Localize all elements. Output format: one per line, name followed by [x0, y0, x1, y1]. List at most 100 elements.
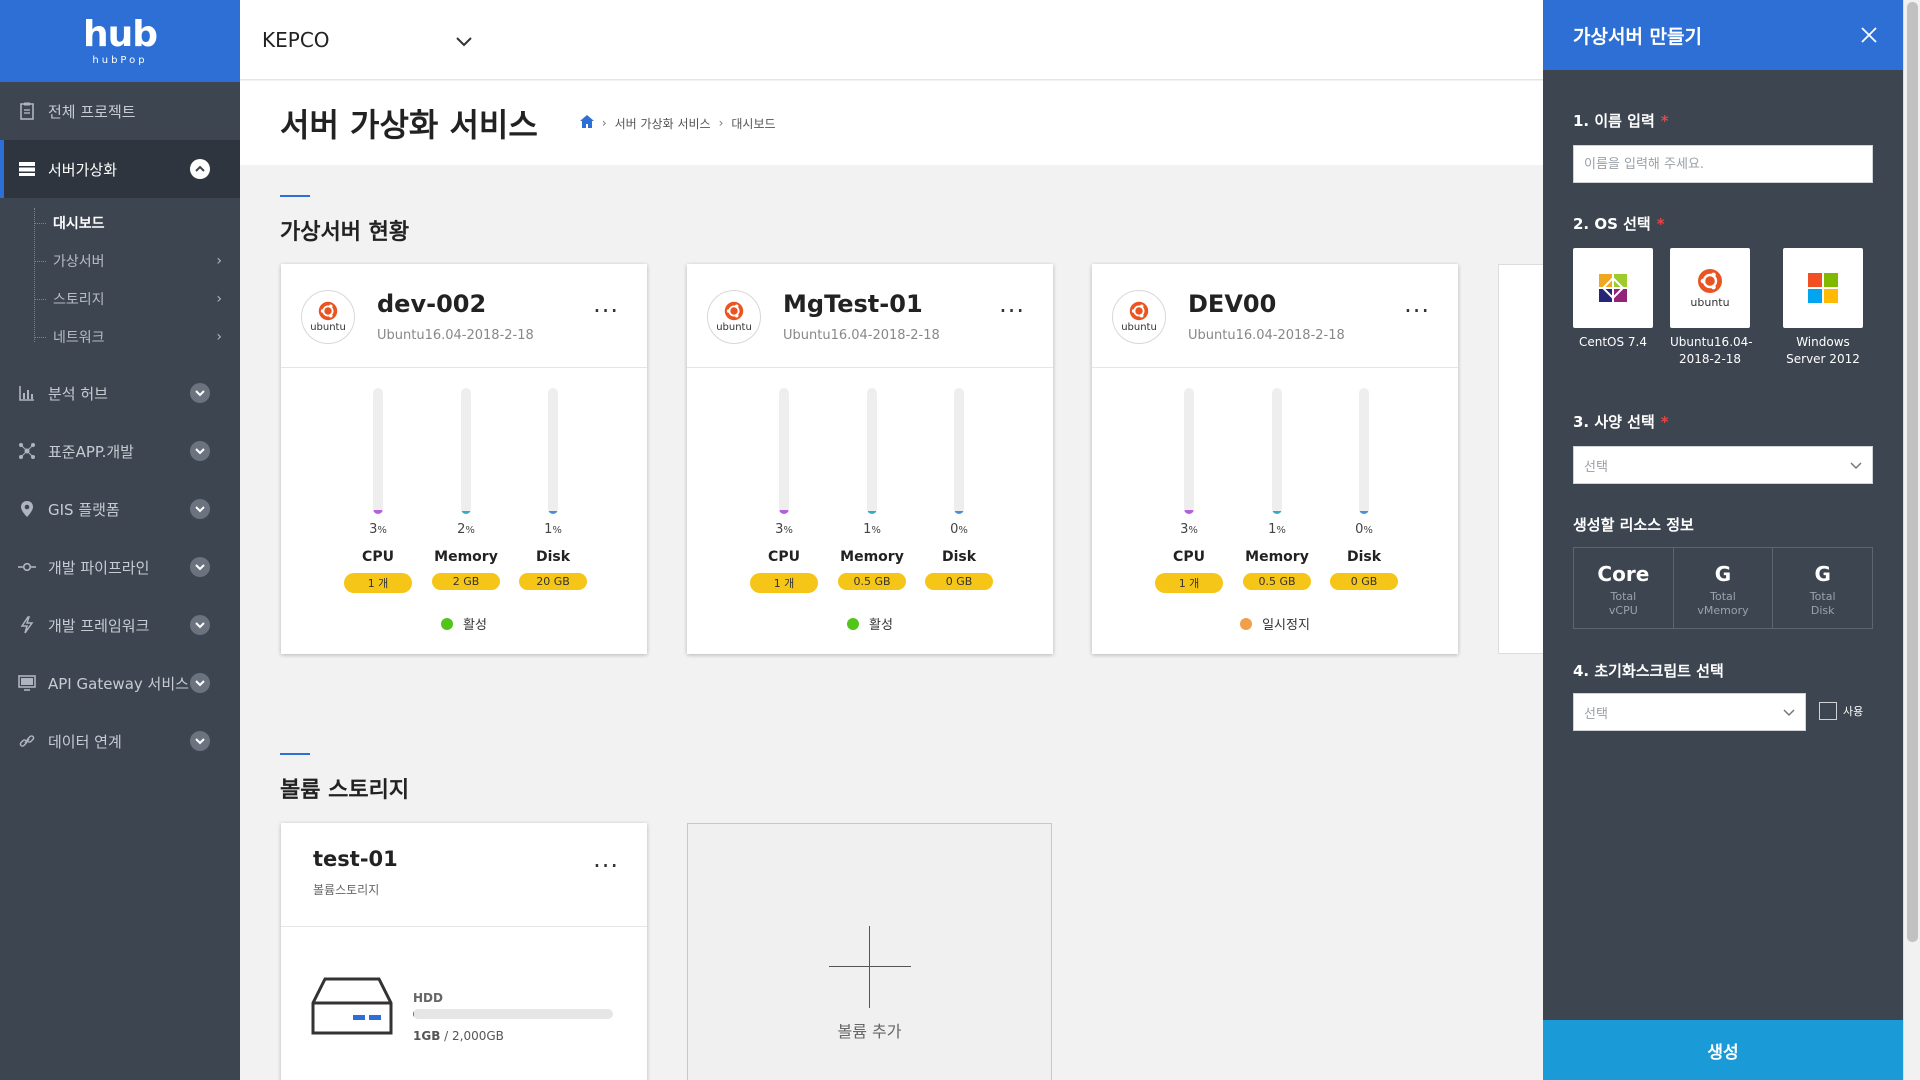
- cpu-meter: 3% CPU 1 개: [338, 388, 418, 593]
- sidebar-subitem-virtual-server[interactable]: 가상서버 ›: [0, 242, 240, 280]
- vm-card-header: ubuntu DEV00 Ubuntu16.04-2018-2-18 ···: [1092, 264, 1458, 368]
- sidebar-subitem-network[interactable]: 네트워크 ›: [0, 318, 240, 356]
- disk-meter: 0% Disk 0 GB: [919, 388, 999, 590]
- init-script-select[interactable]: 선택: [1573, 693, 1806, 731]
- sidebar-subitem-storage[interactable]: 스토리지 ›: [0, 280, 240, 318]
- page-title: 서버 가상화 서비스: [280, 106, 538, 144]
- chevron-down-icon: [1783, 706, 1795, 721]
- memory-usage-percent: 1%: [1237, 522, 1317, 537]
- vm-card-partial: [1498, 264, 1543, 654]
- section-accent: [280, 753, 310, 755]
- scrollbar-thumb[interactable]: [1907, 2, 1918, 942]
- memory-spec-badge: 2 GB: [432, 573, 500, 590]
- memory-spec-badge: 0.5 GB: [1243, 573, 1311, 590]
- more-options-button[interactable]: ···: [593, 854, 619, 878]
- resource-vmemory: G Total vMemory: [1674, 548, 1774, 628]
- disk-meter: 0% Disk 0 GB: [1324, 388, 1404, 590]
- vm-status-label: 활성: [463, 618, 487, 633]
- disk-usage-text: 1GB / 2,000GB: [413, 1029, 504, 1043]
- disk-usage-percent: 1%: [513, 522, 593, 537]
- chevron-down-icon[interactable]: [190, 441, 210, 461]
- close-icon[interactable]: [1857, 23, 1881, 47]
- vm-os: Ubuntu16.04-2018-2-18: [783, 328, 940, 343]
- home-icon[interactable]: [579, 115, 594, 131]
- create-button[interactable]: 생성: [1543, 1020, 1903, 1080]
- sidebar-item-server-virtualization[interactable]: 서버가상화: [0, 140, 240, 198]
- more-options-button[interactable]: ···: [999, 299, 1025, 323]
- breadcrumb-item[interactable]: 서버 가상화 서비스: [615, 115, 711, 132]
- chevron-down-icon[interactable]: [190, 499, 210, 519]
- more-options-button[interactable]: ···: [1404, 299, 1430, 323]
- plus-icon: [829, 926, 911, 1008]
- sidebar-item-data-integration[interactable]: 데이터 연계: [0, 712, 240, 770]
- spec-select[interactable]: 선택: [1573, 446, 1873, 484]
- more-options-button[interactable]: ···: [593, 299, 619, 323]
- sidebar-item-dev-pipeline[interactable]: 개발 파이프라인: [0, 538, 240, 596]
- chevron-down-icon: [456, 28, 472, 52]
- sidebar-item-api-gateway[interactable]: API Gateway 서비스: [0, 654, 240, 712]
- checkbox-box[interactable]: [1819, 702, 1837, 720]
- chevron-down-icon[interactable]: [190, 383, 210, 403]
- chevron-down-icon[interactable]: [190, 731, 210, 751]
- sidebar-item-dev-framework[interactable]: 개발 프레임워크: [0, 596, 240, 654]
- cpu-label: CPU: [362, 549, 394, 565]
- hubpop-logo[interactable]: hub hubPop: [0, 0, 240, 82]
- resource-info-label: 생성할 리소스 정보: [1573, 516, 1694, 534]
- percent-unit: %: [465, 525, 475, 536]
- disk-usage-bar: [413, 1009, 613, 1019]
- monitor-icon: [18, 674, 36, 692]
- status-dot: [441, 617, 454, 630]
- chevron-down-icon[interactable]: [190, 615, 210, 635]
- vm-os: Ubuntu16.04-2018-2-18: [1188, 328, 1345, 343]
- sidebar-item-standard-app[interactable]: 표준APP.개발: [0, 422, 240, 480]
- sidebar-item-analysis-hub[interactable]: 분석 허브: [0, 364, 240, 422]
- vm-status: 활성: [687, 614, 1053, 633]
- cpu-usage-fill: [1184, 509, 1194, 514]
- required-mark: *: [1660, 112, 1669, 130]
- required-mark: *: [1656, 215, 1665, 233]
- sidebar-subitem-dashboard[interactable]: 대시보드: [0, 204, 240, 242]
- chevron-down-icon[interactable]: [190, 673, 210, 693]
- vm-name-input[interactable]: [1573, 145, 1873, 183]
- add-volume-label: 볼륨 추가: [837, 1022, 902, 1041]
- breadcrumb: › 서버 가상화 서비스 › 대시보드: [579, 115, 776, 132]
- use-script-checkbox[interactable]: 사용: [1819, 702, 1863, 720]
- disk-usage-track: [548, 388, 558, 514]
- chevron-down-icon[interactable]: [190, 557, 210, 577]
- vm-card[interactable]: ubuntu MgTest-01 Ubuntu16.04-2018-2-18 ·…: [687, 264, 1053, 654]
- sidebar-subitem-label: 대시보드: [53, 216, 105, 232]
- sidebar-item-all-projects[interactable]: 전체 프로젝트: [0, 82, 240, 140]
- organization-select[interactable]: KEPCO: [262, 28, 472, 52]
- resource-sub: Total: [1710, 590, 1736, 603]
- chevron-right-icon: ›: [216, 291, 222, 307]
- vm-card[interactable]: ubuntu DEV00 Ubuntu16.04-2018-2-18 ··· 3…: [1092, 264, 1458, 654]
- percent-unit: %: [958, 525, 968, 536]
- breadcrumb-item[interactable]: 대시보드: [731, 115, 775, 132]
- sidebar-item-label: 표준APP.개발: [48, 442, 134, 461]
- sidebar-subitem-label: 가상서버: [53, 254, 105, 270]
- cpu-meter: 3% CPU 1 개: [1149, 388, 1229, 593]
- cpu-usage-track: [779, 388, 789, 514]
- chevron-up-icon[interactable]: [190, 159, 210, 179]
- os-option-centos[interactable]: CentOS 7.4: [1573, 248, 1653, 351]
- page-scrollbar[interactable]: [1903, 0, 1920, 1080]
- nodes-icon: [18, 442, 36, 460]
- windows-logo: [1783, 248, 1863, 328]
- sidebar-item-label: API Gateway 서비스: [48, 674, 189, 693]
- os-option-windows[interactable]: Windows Server 2012: [1783, 248, 1863, 368]
- os-option-ubuntu[interactable]: ubuntu Ubuntu16.04-2018-2-18: [1670, 248, 1753, 368]
- cpu-spec-badge: 1 개: [750, 573, 818, 593]
- disk-usage-fill: [954, 511, 964, 514]
- vm-card[interactable]: ubuntu dev-002 Ubuntu16.04-2018-2-18 ···…: [281, 264, 647, 654]
- cpu-spec-badge: 1 개: [344, 573, 412, 593]
- percent-unit: %: [1363, 525, 1373, 536]
- memory-meter: 1% Memory 0.5 GB: [832, 388, 912, 590]
- sidebar-item-gis-platform[interactable]: GIS 플랫폼: [0, 480, 240, 538]
- volume-card[interactable]: test-01 볼륨스토리지 ··· HDD 1GB / 2,000GB: [281, 823, 647, 1080]
- ubuntu-wordmark: ubuntu: [1121, 322, 1157, 333]
- sidebar-subitem-label: 네트워크: [53, 330, 105, 346]
- resource-info-grid: Core Total vCPU G Total vMemory G Total …: [1573, 547, 1873, 629]
- ubuntu-logo: ubuntu: [301, 290, 355, 344]
- add-volume-button[interactable]: 볼륨 추가: [687, 823, 1052, 1080]
- disk-total: 2,000GB: [452, 1029, 504, 1043]
